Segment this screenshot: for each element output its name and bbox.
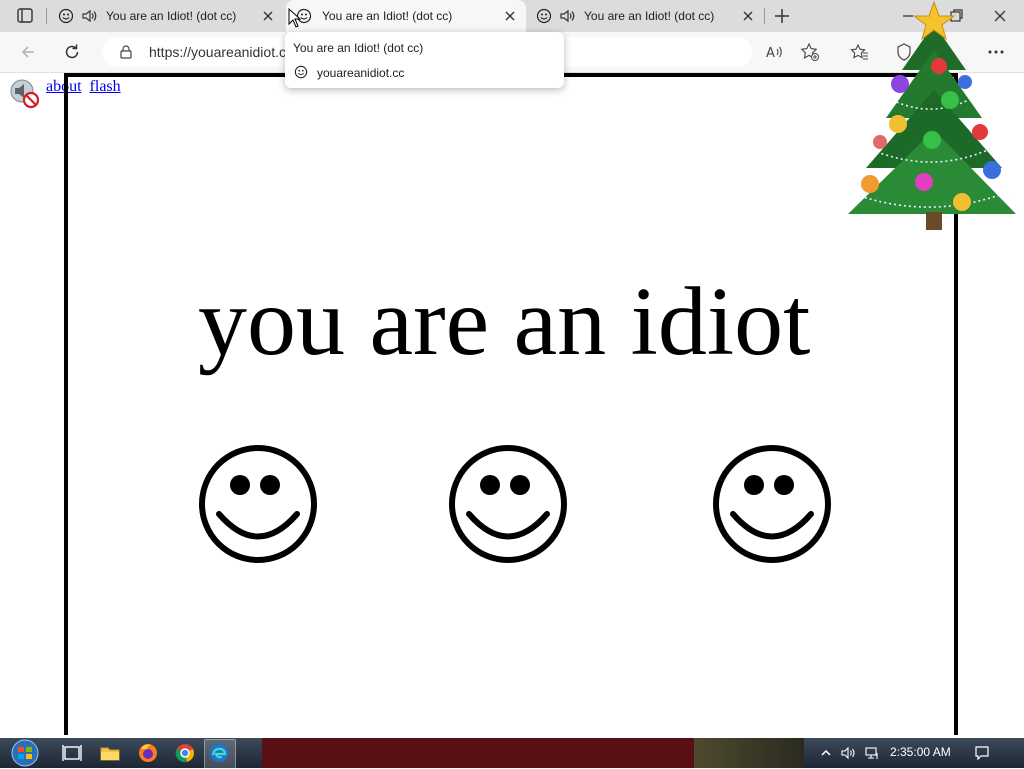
smiley-favicon-icon	[58, 8, 74, 24]
url-text[interactable]: https://youareanidiot.c	[149, 44, 286, 60]
tab-2-active[interactable]: You are an Idiot! (dot cc)	[286, 0, 526, 32]
tab-divider	[764, 8, 765, 24]
content-frame	[64, 73, 958, 735]
volume-icon[interactable]	[840, 745, 856, 761]
refresh-icon[interactable]	[62, 42, 82, 62]
firefox-icon[interactable]	[136, 741, 160, 765]
speaker-audio-icon[interactable]	[80, 7, 98, 25]
add-favorite-icon[interactable]	[800, 42, 820, 62]
tab-title: You are an Idiot! (dot cc)	[584, 9, 715, 23]
taskbar-clock[interactable]: 2:35:00 AM	[890, 745, 951, 759]
tab-divider	[46, 8, 47, 24]
edge-icon[interactable]	[207, 741, 231, 765]
page-headline: you are an idiot	[198, 268, 811, 376]
svg-text:A: A	[766, 46, 775, 61]
smiley-face-icon	[713, 445, 831, 563]
new-tab-plus-icon[interactable]	[772, 6, 792, 26]
lock-icon[interactable]	[118, 44, 134, 60]
tab-title: You are an Idiot! (dot cc)	[322, 9, 453, 23]
christmas-tree-icon[interactable]	[842, 0, 1020, 232]
tab-3[interactable]: You are an Idiot! (dot cc)	[526, 0, 764, 32]
smiley-favicon-icon	[536, 8, 552, 24]
mouse-cursor-icon	[288, 8, 302, 28]
smiley-face-icon	[449, 445, 567, 563]
taskbar-background-strip	[694, 738, 804, 768]
close-tab-icon[interactable]	[260, 8, 276, 24]
network-icon[interactable]	[864, 745, 880, 761]
speaker-audio-icon[interactable]	[558, 7, 576, 25]
smiley-favicon-icon	[294, 65, 308, 79]
tab-hover-card: You are an Idiot! (dot cc) youareanidiot…	[285, 32, 564, 88]
read-aloud-icon[interactable]: A	[764, 42, 784, 62]
start-orb-icon[interactable]	[6, 739, 44, 767]
smiley-face-icon	[199, 445, 317, 563]
show-hidden-icons-chevron-icon[interactable]	[818, 745, 834, 761]
sound-muted-icon[interactable]	[8, 77, 40, 109]
tab-actions-icon[interactable]	[10, 6, 38, 26]
tab-1[interactable]: You are an Idiot! (dot cc)	[48, 0, 284, 32]
close-tab-icon[interactable]	[502, 8, 518, 24]
tab-title: You are an Idiot! (dot cc)	[106, 9, 237, 23]
close-tab-icon[interactable]	[740, 8, 756, 24]
taskbar: 2:35:00 AM	[0, 738, 1024, 769]
task-view-icon[interactable]	[60, 741, 84, 765]
hover-card-domain: youareanidiot.cc	[317, 66, 405, 80]
taskbar-background-strip	[262, 738, 694, 768]
back-arrow-icon[interactable]	[18, 42, 38, 62]
chrome-icon[interactable]	[173, 741, 197, 765]
hover-card-title: You are an Idiot! (dot cc)	[293, 41, 424, 55]
file-explorer-icon[interactable]	[98, 741, 122, 765]
notification-center-icon[interactable]	[974, 745, 990, 761]
